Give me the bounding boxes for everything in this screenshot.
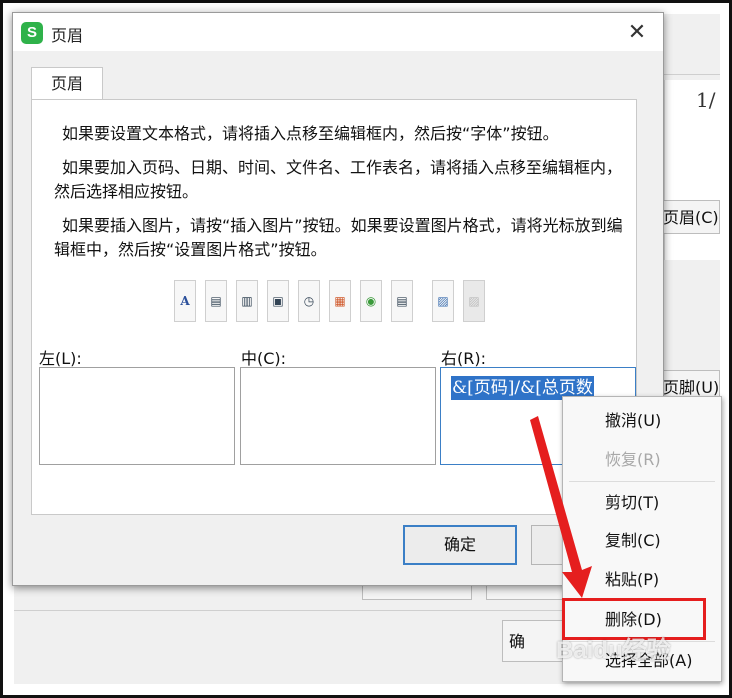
- annotation-arrow-icon: [530, 416, 592, 598]
- watermark: Baidu经验: [556, 637, 671, 664]
